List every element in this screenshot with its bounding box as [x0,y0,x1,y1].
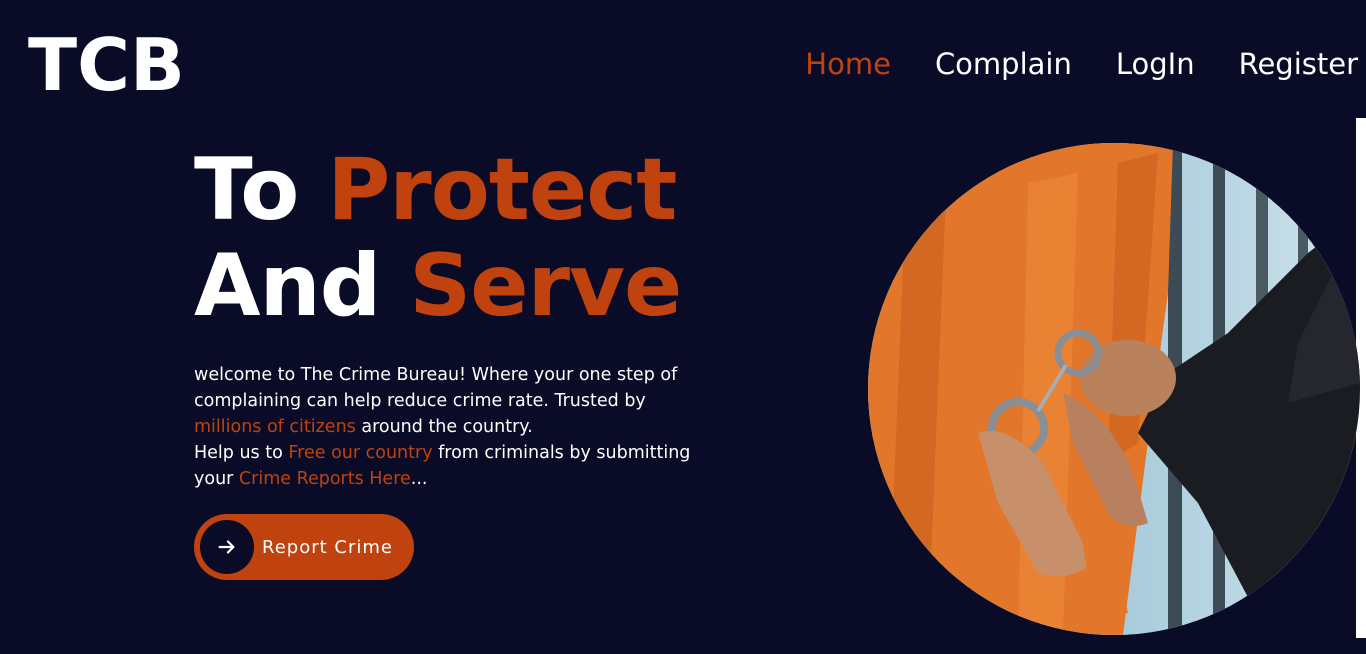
arrow-right-icon [200,520,254,574]
desc-text-2: around the country. [355,417,533,437]
headline-to: To [194,140,328,240]
headline-and: And [194,236,410,336]
nav-complain[interactable]: Complain [935,44,1072,84]
hero-image-handcuffed-prisoner [868,143,1360,635]
report-crime-label: Report Crime [262,536,393,558]
report-crime-button[interactable]: Report Crime [194,514,414,580]
nav-login[interactable]: LogIn [1116,44,1195,84]
logo[interactable]: TCB [28,26,185,104]
desc-highlight-country: Free our country [288,443,433,463]
headline-line2: And Serve [194,236,682,336]
hero-headline: To Protect And Serve [194,142,754,334]
main-nav: Home Complain LogIn Register [805,44,1358,84]
headline-line1: To Protect [194,140,677,240]
nav-register[interactable]: Register [1239,44,1358,84]
desc-highlight-citizens: millions of citizens [194,417,356,437]
hero-section: To Protect And Serve welcome to The Crim… [194,142,754,492]
landing-page: TCB Home Complain LogIn Register To Prot… [0,0,1366,654]
hero-description: welcome to The Crime Bureau! Where your … [194,362,704,492]
desc-ellipsis: ... [410,469,428,489]
headline-protect: Protect [327,140,677,240]
desc-text-3: Help us to [194,443,289,463]
nav-home[interactable]: Home [805,44,891,84]
desc-text-1: welcome to The Crime Bureau! Where your … [194,365,678,411]
headline-serve: Serve [409,236,682,336]
desc-highlight-reports[interactable]: Crime Reports Here [239,469,411,489]
